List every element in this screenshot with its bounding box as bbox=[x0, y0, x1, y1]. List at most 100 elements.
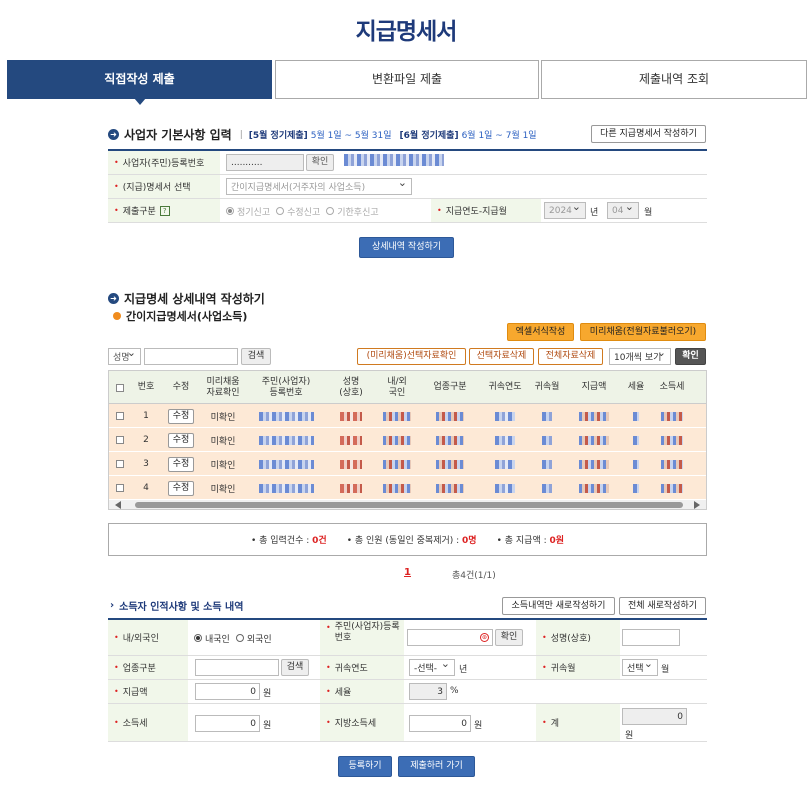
income-row-3: • 지급액 0 원 • 세율 3 % bbox=[108, 680, 707, 704]
radio-domestic[interactable]: 내국인 bbox=[194, 632, 230, 645]
page-number[interactable]: 1 bbox=[404, 567, 411, 578]
masked-tax bbox=[661, 483, 683, 493]
masked-id bbox=[258, 435, 314, 445]
attribution-year-select[interactable]: -선택- bbox=[409, 659, 455, 676]
summary-amount: • 총 지급액 : 0원 bbox=[496, 536, 565, 546]
detail-write-button[interactable]: 상세내역 작성하기 bbox=[359, 237, 454, 258]
masked-id bbox=[258, 483, 314, 493]
bullet-icon bbox=[113, 312, 121, 320]
row-checkbox[interactable] bbox=[116, 412, 124, 420]
masked-nation bbox=[383, 459, 411, 469]
masked-year bbox=[495, 483, 515, 493]
period2-range: 6월 1일 ~ 7월 1일 bbox=[461, 131, 537, 141]
delete-all-button[interactable]: 전체자료삭제 bbox=[538, 348, 603, 365]
attribution-month-select[interactable]: 선택 bbox=[622, 659, 658, 676]
detail-subtitle: 간이지급명세서(사업소득) bbox=[113, 308, 247, 324]
masked-year bbox=[495, 411, 515, 421]
id-confirm-button[interactable]: 확인 bbox=[495, 629, 523, 646]
masked-name bbox=[340, 459, 362, 469]
scrollbar-thumb[interactable] bbox=[135, 502, 683, 508]
other-statement-button[interactable]: 다른 지급명세서 작성하기 bbox=[591, 125, 706, 143]
prefill-button[interactable]: 미리채움(전월자료불러오기) bbox=[580, 323, 706, 341]
row-checkbox[interactable] bbox=[116, 436, 124, 444]
row-edit-button[interactable]: 수정 bbox=[168, 480, 194, 496]
chevron-right-icon: › bbox=[110, 600, 115, 611]
tax-rate-input[interactable]: 3 bbox=[409, 683, 447, 700]
income-tax-input[interactable]: 0 bbox=[195, 715, 260, 732]
filter-select[interactable]: 성명 bbox=[108, 348, 141, 365]
new-all-button[interactable]: 전체 새로작성하기 bbox=[619, 597, 706, 615]
masked-pay bbox=[579, 483, 609, 493]
masked-name bbox=[340, 435, 362, 445]
masked-name bbox=[340, 483, 362, 493]
excel-form-button[interactable]: 엑셀서식작성 bbox=[507, 323, 574, 341]
masked-rate bbox=[633, 411, 639, 421]
biz-input[interactable] bbox=[195, 659, 279, 676]
masked-month bbox=[542, 483, 552, 493]
period1-label: [5월 정기제출] bbox=[248, 131, 308, 141]
register-button[interactable]: 등록하기 bbox=[338, 756, 392, 777]
go-submit-button[interactable]: 제출하러 가기 bbox=[398, 756, 475, 777]
masked-pay bbox=[579, 459, 609, 469]
delete-selected-button[interactable]: 선택자료삭제 bbox=[469, 348, 534, 365]
total-amount-input[interactable]: 0 bbox=[622, 708, 687, 725]
masked-month bbox=[542, 411, 552, 421]
nation-radios: 내국인 외국인 bbox=[194, 620, 278, 656]
tab-history[interactable]: 제출내역 조회 bbox=[541, 60, 807, 99]
income-row-2: •업종구분 검색 •귀속연도 -선택- 년 •귀속월 선택 월 bbox=[108, 656, 707, 680]
prefill-confirm-button[interactable]: (미리채움)선택자료확인 bbox=[357, 348, 466, 365]
masked-month bbox=[542, 435, 552, 445]
submit-type-radios: 정기신고 수정신고 기한후신고 bbox=[226, 199, 385, 223]
basic-section-title: ➜ 사업자 기본사항 입력 | [5월 정기제출] 5월 1일 ~ 5월 31일… bbox=[108, 126, 537, 143]
masked-business-name bbox=[344, 154, 444, 166]
page-size-ok-button[interactable]: 확인 bbox=[675, 348, 706, 365]
row-edit-button[interactable]: 수정 bbox=[168, 432, 194, 448]
radio-amend[interactable]: 수정신고 bbox=[276, 205, 320, 218]
security-keypad-icon[interactable]: ⊛ bbox=[480, 633, 489, 642]
radio-late[interactable]: 기한후신고 bbox=[326, 205, 379, 218]
biz-no-row: • 사업자(주민)등록번호 ........... 확인 bbox=[108, 151, 707, 175]
row-checkbox[interactable] bbox=[116, 460, 124, 468]
income-section-title: › 소득자 인적사항 및 소득 내역 bbox=[110, 600, 244, 613]
table-row: 4 수정 미확인 bbox=[109, 476, 706, 500]
pay-year-select[interactable]: 2024 bbox=[544, 202, 586, 219]
masked-rate bbox=[633, 483, 639, 493]
total-count: 총4건(1/1) bbox=[452, 571, 496, 581]
select-all-checkbox[interactable] bbox=[116, 383, 124, 392]
scroll-left-icon[interactable] bbox=[115, 501, 121, 509]
income-row-4: • 소득세 0 원 • 지방소득세 0 원 • 계 0 원 bbox=[108, 704, 707, 742]
masked-nation bbox=[383, 483, 411, 493]
biz-search-button[interactable]: 검색 bbox=[281, 659, 309, 676]
filter-input[interactable] bbox=[144, 348, 238, 365]
tab-direct-submit[interactable]: 직접작성 제출 bbox=[7, 60, 272, 105]
pay-month-select[interactable]: 04 bbox=[607, 202, 639, 219]
page-size-select[interactable]: 10개씩 보기 bbox=[609, 348, 671, 365]
local-tax-input[interactable]: 0 bbox=[409, 715, 471, 732]
masked-biz bbox=[436, 435, 464, 445]
new-income-button[interactable]: 소득내역만 새로작성하기 bbox=[502, 597, 615, 615]
summary-people: • 총 인원 (동일인 중복제거) : 0명 bbox=[346, 536, 477, 546]
horizontal-scrollbar[interactable] bbox=[109, 500, 706, 509]
table-row: 1 수정 미확인 bbox=[109, 404, 706, 428]
biz-no-input[interactable]: ........... bbox=[226, 154, 304, 171]
tab-file-submit[interactable]: 변환파일 제출 bbox=[275, 60, 539, 99]
masked-pay bbox=[579, 411, 609, 421]
row-edit-button[interactable]: 수정 bbox=[168, 456, 194, 472]
pay-amount-input[interactable]: 0 bbox=[195, 683, 260, 700]
statement-type-select[interactable]: 간이지급명세서(거주자의 사업소득) bbox=[226, 178, 412, 195]
filter-search-button[interactable]: 검색 bbox=[241, 348, 271, 365]
masked-rate bbox=[633, 435, 639, 445]
biz-no-confirm-button[interactable]: 확인 bbox=[306, 154, 334, 171]
masked-year bbox=[495, 459, 515, 469]
arrow-right-icon: ➜ bbox=[108, 129, 119, 140]
radio-foreign[interactable]: 외국인 bbox=[235, 632, 272, 645]
help-icon[interactable]: ? bbox=[159, 205, 170, 216]
name-input[interactable] bbox=[622, 629, 680, 646]
scroll-right-icon[interactable] bbox=[694, 501, 700, 509]
radio-regular[interactable]: 정기신고 bbox=[226, 205, 270, 218]
row-checkbox[interactable] bbox=[116, 484, 124, 492]
id-input[interactable]: ⊛ bbox=[407, 629, 493, 646]
detail-section-title: ➜ 지급명세 상세내역 작성하기 bbox=[108, 290, 265, 307]
row-edit-button[interactable]: 수정 bbox=[168, 408, 194, 424]
masked-pay bbox=[579, 435, 609, 445]
